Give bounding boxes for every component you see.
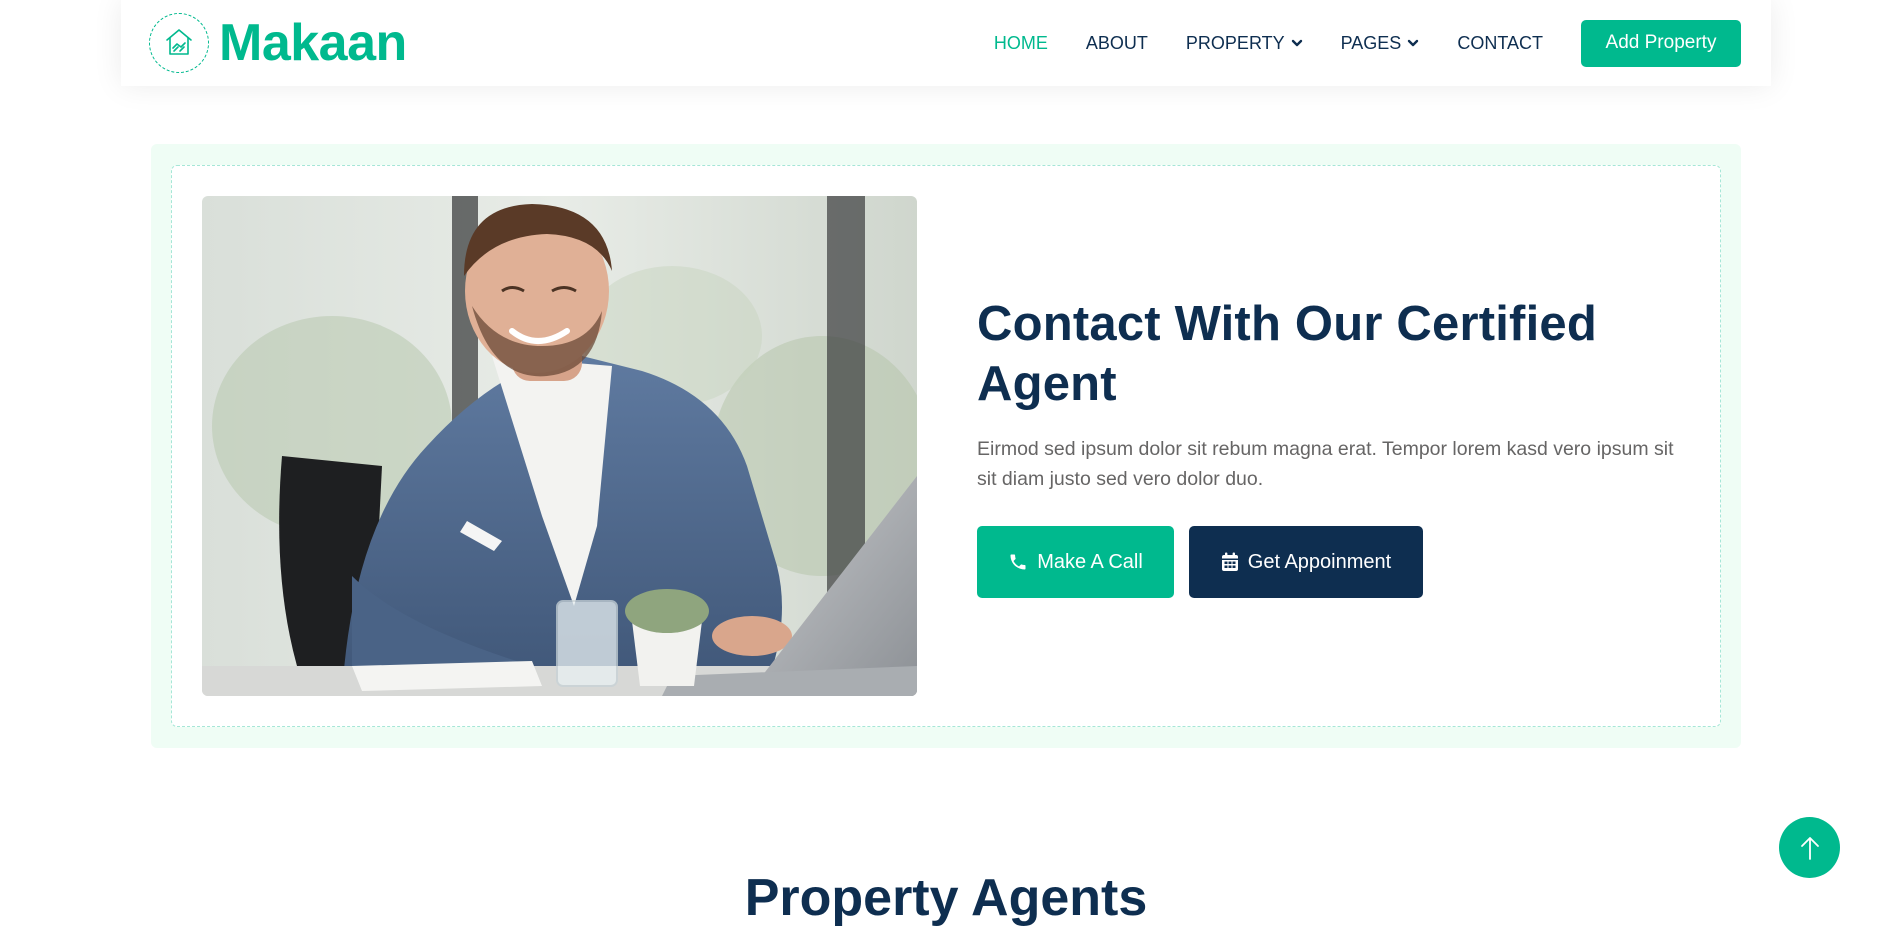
nav-property-dropdown[interactable]: PROPERTY: [1186, 33, 1303, 54]
arrow-up-icon: [1799, 835, 1821, 861]
chevron-down-icon: [1407, 38, 1419, 48]
nav-property-label: PROPERTY: [1185, 32, 1285, 53]
nav-contact[interactable]: CONTACT: [1457, 33, 1543, 54]
agent-photo: [202, 196, 917, 696]
nav-menu: HOME ABOUT PROPERTY PAGES CONTACT Add Pr…: [994, 19, 1741, 67]
add-property-button[interactable]: Add Property: [1581, 19, 1741, 67]
nav-pages-dropdown[interactable]: PAGES: [1341, 33, 1420, 54]
nav-about[interactable]: ABOUT: [1086, 33, 1148, 54]
get-appointment-button[interactable]: Get Appoinment: [1189, 526, 1423, 598]
contact-actions: Make A Call Get Appoinment: [977, 526, 1687, 598]
house-handshake-icon: [149, 13, 209, 73]
chevron-down-icon: [1291, 38, 1303, 48]
contact-description: Eirmod sed ipsum dolor sit rebum magna e…: [977, 438, 1674, 490]
contact-title: Contact With Our Certified Agent: [977, 297, 1597, 411]
contact-agent-section: Contact With Our Certified Agent Eirmod …: [151, 144, 1741, 748]
calendar-icon: [1221, 552, 1239, 572]
brand-link[interactable]: Makaan: [149, 13, 407, 73]
contact-agent-card: Contact With Our Certified Agent Eirmod …: [171, 165, 1721, 727]
brand-name: Makaan: [219, 14, 407, 72]
contact-content: Contact With Our Certified Agent Eirmod …: [977, 294, 1687, 598]
property-agents-title: Property Agents: [744, 869, 1148, 927]
nav-home[interactable]: HOME: [994, 33, 1048, 54]
back-to-top-button[interactable]: [1779, 817, 1840, 878]
nav-pages-label: PAGES: [1340, 32, 1402, 53]
phone-icon: [1008, 552, 1028, 572]
make-a-call-button[interactable]: Make A Call: [977, 526, 1174, 598]
navbar: Makaan HOME ABOUT PROPERTY PAGES CONTACT…: [121, 0, 1771, 86]
get-appointment-label: Get Appoinment: [1247, 550, 1392, 573]
make-a-call-label: Make A Call: [1037, 550, 1143, 573]
